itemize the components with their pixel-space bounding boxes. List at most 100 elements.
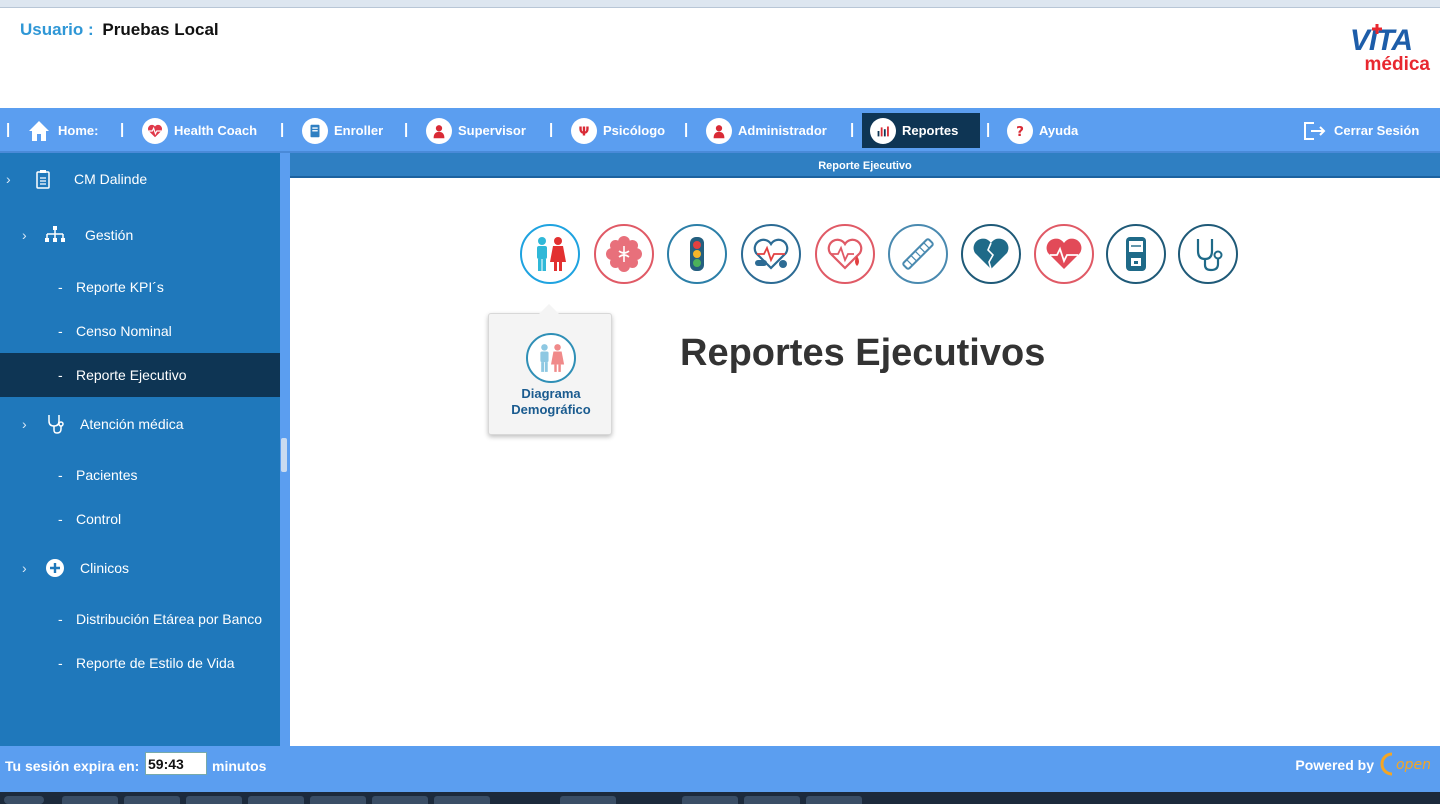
taskbar-item[interactable] (62, 796, 118, 804)
bullet-dash: - (58, 655, 63, 671)
nav-separator: | (120, 121, 125, 138)
sidebar-item-distribucion-label: Distribución Etárea por Banco (76, 611, 262, 627)
nav-enroller[interactable]: Enroller (294, 113, 393, 148)
report-btn-stethoscope[interactable] (1178, 224, 1238, 284)
bullet-dash: - (58, 323, 63, 339)
nav-separator: | (986, 121, 991, 138)
report-btn-medical-star[interactable] (594, 224, 654, 284)
user-label-text: Usuario : (20, 20, 94, 39)
taskbar-item[interactable] (310, 796, 366, 804)
sidebar-item-distribucion[interactable]: - Distribución Etárea por Banco (0, 597, 280, 641)
nav-reportes-label: Reportes (902, 123, 959, 138)
report-btn-heart-pills[interactable] (741, 224, 801, 284)
session-unit: minutos (212, 758, 267, 774)
nav-separator: | (850, 121, 855, 138)
report-btn-demographic[interactable] (520, 224, 580, 284)
logout-icon (1302, 120, 1328, 142)
nav-separator: | (549, 121, 554, 138)
sidebar-item-center[interactable]: › CM Dalinde (0, 153, 280, 205)
nav-separator: | (684, 121, 689, 138)
nav-ayuda[interactable]: ? Ayuda (999, 113, 1088, 148)
start-button[interactable] (4, 796, 44, 804)
nav-health-coach-label: Health Coach (174, 123, 258, 138)
report-btn-glucometer[interactable] (1106, 224, 1166, 284)
nav-enroller-label: Enroller (334, 123, 384, 138)
nav-psicologo[interactable]: Ψ Psicólogo (563, 113, 675, 148)
sidebar-item-gestion-label: Gestión (85, 227, 134, 243)
sidebar-item-estilo-vida[interactable]: - Reporte de Estilo de Vida (0, 641, 280, 685)
report-btn-traffic-light[interactable] (667, 224, 727, 284)
user-label: Usuario : Pruebas Local (20, 20, 219, 40)
nav-ayuda-label: Ayuda (1039, 123, 1079, 138)
vitamedica-logo: VITA médica (1300, 24, 1430, 76)
sidebar-item-clinicos[interactable]: › Clinicos (0, 543, 280, 593)
taskbar-item[interactable] (434, 796, 490, 804)
taskbar-item[interactable] (806, 796, 862, 804)
taskbar-item[interactable] (248, 796, 304, 804)
sidebar-item-reporte-ejecutivo[interactable]: - Reporte Ejecutivo (0, 353, 280, 397)
taskbar-item[interactable] (744, 796, 800, 804)
sidebar-item-atencion-medica-label: Atención médica (80, 416, 184, 432)
report-btn-heart-drop[interactable] (815, 224, 875, 284)
report-btn-broken-heart[interactable] (961, 224, 1021, 284)
stethoscope-icon (1196, 239, 1223, 272)
os-taskbar (0, 792, 1440, 804)
nav-administrador[interactable]: Administrador (698, 113, 837, 148)
nav-reportes[interactable]: Reportes (862, 113, 980, 148)
svg-text:?: ? (1016, 123, 1024, 139)
psi-icon: Ψ (571, 117, 597, 144)
tooltip-label: Diagrama Demográfico (489, 386, 613, 418)
browser-top-strip (0, 0, 1440, 8)
sidebar-item-pacientes-label: Pacientes (76, 467, 138, 483)
logo-cross-icon (1372, 24, 1382, 34)
bullet-dash: - (58, 511, 63, 527)
sidebar-item-reporte-kpis-label: Reporte KPI´s (76, 279, 164, 295)
nav-administrador-label: Administrador (738, 123, 827, 138)
clipboard-icon (32, 168, 54, 190)
header: Usuario : Pruebas Local VITA médica (0, 8, 1440, 108)
tooltip-label-line-2: Demográfico (511, 402, 591, 417)
svg-text:Ψ: Ψ (579, 123, 590, 138)
sidebar-item-reporte-kpis[interactable]: - Reporte KPI´s (0, 265, 280, 309)
glucometer-icon (1126, 237, 1146, 271)
nav-health-coach[interactable]: Health Coach (134, 113, 267, 148)
sidebar-item-clinicos-label: Clinicos (80, 560, 130, 576)
sidebar-item-gestion[interactable]: › Gestión (0, 210, 280, 260)
taskbar-item[interactable] (372, 796, 428, 804)
bar-chart-icon (870, 117, 896, 144)
sidebar-item-censo-nominal[interactable]: - Censo Nominal (0, 309, 280, 353)
broken-heart-icon (973, 238, 1009, 270)
tooltip-arrow (539, 304, 559, 314)
nav-separator: | (404, 121, 409, 138)
taskbar-item[interactable] (682, 796, 738, 804)
sidebar-item-pacientes[interactable]: - Pacientes (0, 453, 280, 497)
chevron-right-icon: › (6, 171, 11, 187)
sidebar-item-atencion-medica[interactable]: › Atención médica (0, 399, 280, 449)
nav-psicologo-label: Psicólogo (603, 123, 666, 138)
sidebar-item-control[interactable]: - Control (0, 497, 280, 541)
chevron-right-icon: › (22, 227, 27, 243)
sidebar-item-estilo-vida-label: Reporte de Estilo de Vida (76, 655, 235, 671)
taskbar-item[interactable] (124, 796, 180, 804)
org-chart-icon (44, 224, 66, 246)
report-btn-syringe[interactable] (888, 224, 948, 284)
nav-home[interactable]: Home: (18, 113, 108, 148)
nav-supervisor-label: Supervisor (458, 123, 526, 138)
medical-star-icon (606, 236, 642, 272)
taskbar-item[interactable] (186, 796, 242, 804)
footer: Tu sesión expira en: 59:43 minutos Power… (0, 746, 1440, 792)
logout-button[interactable]: Cerrar Sesión (1294, 113, 1429, 148)
bullet-dash: - (58, 611, 63, 627)
taskbar-item[interactable] (560, 796, 616, 804)
syringe-icon (902, 238, 934, 270)
sidebar-item-censo-nominal-label: Censo Nominal (76, 323, 172, 339)
heart-pills-icon (753, 238, 789, 270)
admin-user-icon (706, 117, 732, 144)
splitter-handle[interactable] (281, 438, 287, 472)
report-btn-heart-rate[interactable] (1034, 224, 1094, 284)
demographic-icon (526, 333, 576, 383)
nav-supervisor[interactable]: Supervisor (418, 113, 536, 148)
report-tooltip: Diagrama Demográfico (488, 304, 613, 435)
sidebar-splitter[interactable] (280, 153, 290, 746)
user-icon (426, 117, 452, 144)
